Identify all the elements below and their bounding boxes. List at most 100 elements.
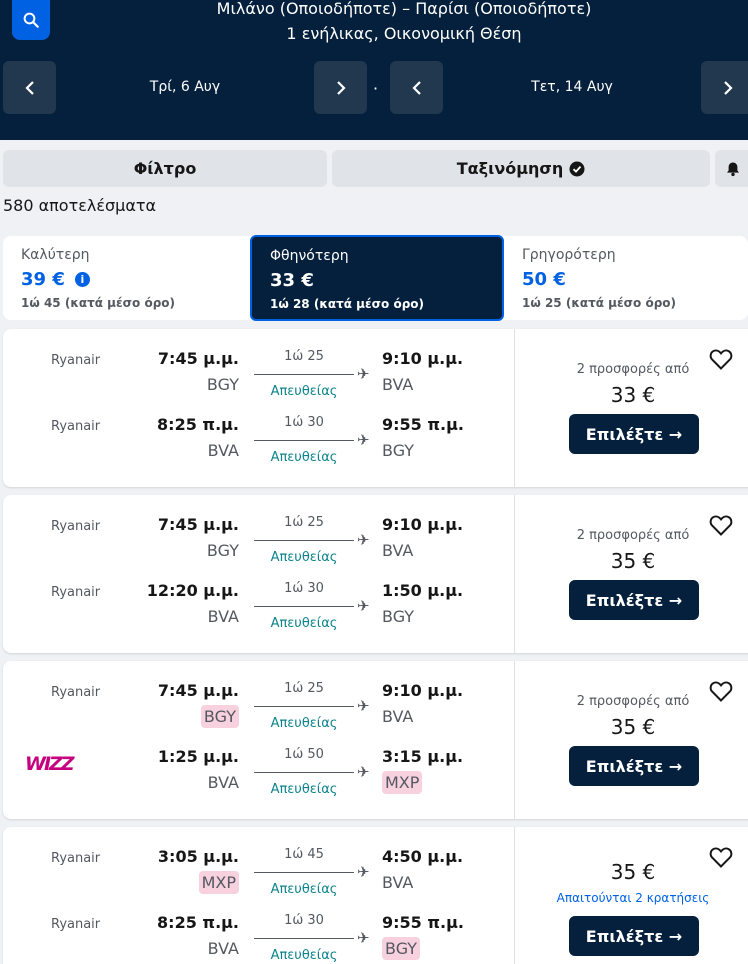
flight-duration: 1ώ 30 <box>284 913 324 928</box>
plane-icon: ✈ <box>357 531 370 549</box>
plane-icon: ✈ <box>357 697 370 715</box>
flight-duration: 1ώ 30 <box>284 581 324 596</box>
departure-time: 8:25 π.μ. <box>157 913 239 932</box>
select-button[interactable]: Επιλέξτε → <box>569 414 699 454</box>
departure-airport: BVA <box>207 441 239 460</box>
route-line <box>254 440 354 441</box>
select-button[interactable]: Επιλέξτε → <box>569 580 699 620</box>
plane-icon: ✈ <box>357 597 370 615</box>
arrival-airport: BVA <box>382 707 414 726</box>
flight-duration: 1ώ 25 <box>284 349 324 364</box>
departure-time: 7:45 μ.μ. <box>157 681 239 700</box>
tab-duration: 1ώ 45 (κατά μέσο όρο) <box>21 296 176 310</box>
tab-best[interactable]: Καλύτερη 39 € i 1ώ 45 (κατά μέσο όρο) <box>3 236 250 320</box>
arrival-time: 9:10 μ.μ. <box>382 681 464 700</box>
depart-prev-button[interactable] <box>3 61 56 114</box>
departure-time: 12:20 μ.μ. <box>146 581 239 600</box>
return-leg: Ryanair 12:20 μ.μ. BVA 1ώ 30 ✈ Απευθείας… <box>3 561 514 631</box>
outbound-leg: Ryanair 7:45 μ.μ. BGY 1ώ 25 ✈ Απευθείας … <box>3 495 514 565</box>
chevron-left-icon <box>24 80 34 95</box>
card-divider <box>514 329 515 487</box>
filter-button[interactable]: Φίλτρο <box>3 150 327 187</box>
date-separator: · <box>373 79 379 98</box>
price-alert-button[interactable] <box>715 150 748 187</box>
result-card[interactable]: Ryanair 7:45 μ.μ. BGY 1ώ 25 ✈ Απευθείας … <box>3 661 748 819</box>
tab-price: 39 € <box>21 269 65 290</box>
outbound-leg: Ryanair 7:45 μ.μ. BGY 1ώ 25 ✈ Απευθείας … <box>3 329 514 399</box>
card-price: 33 € <box>610 383 656 407</box>
card-divider <box>514 495 515 653</box>
departure-time: 3:05 μ.μ. <box>157 847 239 866</box>
departure-airport: BGY <box>200 705 239 728</box>
flight-duration: 1ώ 30 <box>284 415 324 430</box>
plane-icon: ✈ <box>357 365 370 383</box>
route-line <box>254 540 354 541</box>
tab-cheapest[interactable]: Φθηνότερη 33 € 1ώ 28 (κατά μέσο όρο) <box>250 235 504 321</box>
depart-next-button[interactable] <box>314 61 367 114</box>
route-line <box>254 938 354 939</box>
select-button[interactable]: Επιλέξτε → <box>569 916 699 956</box>
sort-tabs: Καλύτερη 39 € i 1ώ 45 (κατά μέσο όρο) Φθη… <box>3 235 748 321</box>
bell-icon <box>727 162 739 176</box>
date-selector: Τρί, 6 Αυγ · Τετ, 14 Αυγ <box>0 61 748 114</box>
arrival-airport: BGY <box>382 441 415 460</box>
arrival-time: 4:50 μ.μ. <box>382 847 464 866</box>
info-icon[interactable]: i <box>74 272 90 287</box>
flight-duration: 1ώ 25 <box>284 681 324 696</box>
arrival-time: 9:55 π.μ. <box>382 415 464 434</box>
arrival-airport: BVA <box>382 375 414 394</box>
arrival-time: 1:50 μ.μ. <box>382 581 464 600</box>
tab-label: Καλύτερη <box>21 247 90 263</box>
airline-name: Ryanair <box>51 851 101 866</box>
search-button[interactable] <box>12 0 50 40</box>
result-card[interactable]: Ryanair 3:05 μ.μ. MXP 1ώ 45 ✈ Απευθείας … <box>3 827 748 964</box>
plane-icon: ✈ <box>357 431 370 449</box>
arrival-time: 9:10 μ.μ. <box>382 515 464 534</box>
departure-time: 7:45 μ.μ. <box>157 349 239 368</box>
route-line <box>254 706 354 707</box>
results-count: 580 αποτελέσματα <box>3 196 157 215</box>
depart-date[interactable]: Τρί, 6 Αυγ <box>56 61 314 114</box>
outbound-leg: Ryanair 3:05 μ.μ. MXP 1ώ 45 ✈ Απευθείας … <box>3 827 514 897</box>
route-text: Μιλάνο (Οποιοδήποτε) – Παρίσι (Οποιοδήπο… <box>216 0 592 18</box>
stops-label: Απευθείας <box>270 450 338 465</box>
card-price: 35 € <box>610 860 656 884</box>
route-line <box>254 374 354 375</box>
route-summary[interactable]: Μιλάνο (Οποιοδήποτε) – Παρίσι (Οποιοδήπο… <box>60 0 748 45</box>
stops-label: Απευθείας <box>270 616 338 631</box>
check-circle-icon <box>569 161 585 176</box>
offers-count: 2 προσφορές από <box>576 528 690 543</box>
departure-time: 1:25 μ.μ. <box>157 747 239 766</box>
plane-icon: ✈ <box>357 929 370 947</box>
departure-airport: BGY <box>206 375 239 394</box>
flight-duration: 1ώ 50 <box>284 747 324 762</box>
tab-duration: 1ώ 25 (κατά μέσο όρο) <box>522 296 677 310</box>
tab-fastest[interactable]: Γρηγορότερη 50 € 1ώ 25 (κατά μέσο όρο) <box>504 236 748 320</box>
return-prev-button[interactable] <box>390 61 443 114</box>
select-button[interactable]: Επιλέξτε → <box>569 746 699 786</box>
stops-label: Απευθείας <box>270 782 338 797</box>
sort-button[interactable]: Ταξινόμηση <box>332 150 710 187</box>
airline-name: Ryanair <box>51 585 101 600</box>
tab-price: 50 € <box>522 269 566 290</box>
arrival-airport: BGY <box>382 607 415 626</box>
passengers-text: 1 ενήλικας, Οικονομική Θέση <box>286 24 522 43</box>
result-card[interactable]: Ryanair 7:45 μ.μ. BGY 1ώ 25 ✈ Απευθείας … <box>3 329 748 487</box>
return-leg: WIZZ 1:25 μ.μ. BVA 1ώ 50 ✈ Απευθείας 3:1… <box>3 727 514 797</box>
return-leg: Ryanair 8:25 π.μ. BVA 1ώ 30 ✈ Απευθείας … <box>3 395 514 465</box>
arrival-airport: BGY <box>382 937 421 960</box>
outbound-leg: Ryanair 7:45 μ.μ. BGY 1ώ 25 ✈ Απευθείας … <box>3 661 514 731</box>
card-price: 35 € <box>610 549 656 573</box>
results-controls: Φίλτρο Ταξινόμηση <box>0 150 748 187</box>
sort-label: Ταξινόμηση <box>456 159 564 178</box>
stops-label: Απευθείας <box>270 948 338 963</box>
plane-icon: ✈ <box>357 763 370 781</box>
plane-icon: ✈ <box>357 863 370 881</box>
result-card[interactable]: Ryanair 7:45 μ.μ. BGY 1ώ 25 ✈ Απευθείας … <box>3 495 748 653</box>
tab-duration: 1ώ 28 (κατά μέσο όρο) <box>270 297 425 311</box>
return-next-button[interactable] <box>701 61 748 114</box>
airline-name: Ryanair <box>51 685 101 700</box>
return-date[interactable]: Τετ, 14 Αυγ <box>443 61 701 114</box>
departure-time: 8:25 π.μ. <box>157 415 239 434</box>
airline-name: Ryanair <box>51 353 101 368</box>
